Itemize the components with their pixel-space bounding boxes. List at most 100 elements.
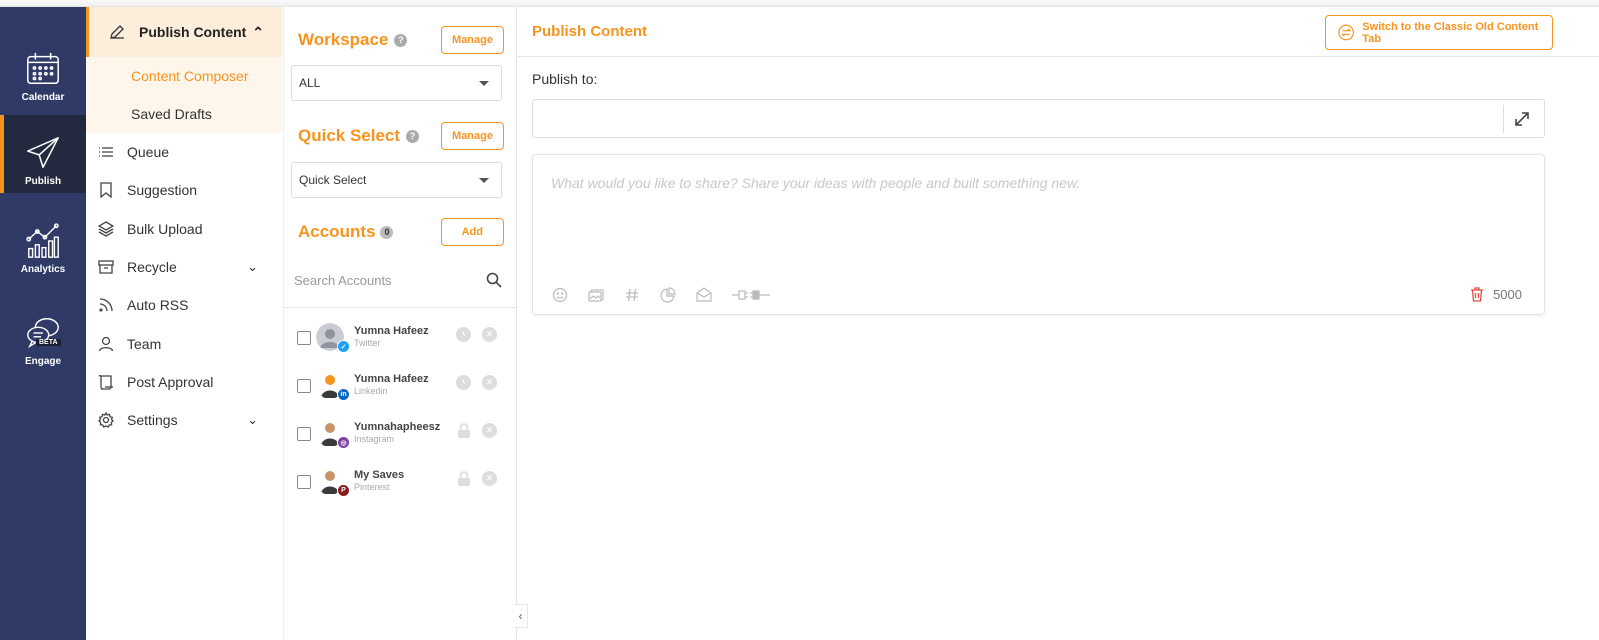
calendar-icon <box>27 52 59 85</box>
accounts-panel: Workspace? Manage ALL Quick Select? Mana… <box>283 7 517 640</box>
remove-icon[interactable]: × <box>482 327 497 342</box>
workspace-select[interactable]: ALL <box>291 65 502 101</box>
menu-settings[interactable]: Settings ⌄ <box>86 401 282 439</box>
composer-toolbar <box>551 286 789 304</box>
menu-saved-drafts[interactable]: Saved Drafts <box>86 95 282 133</box>
emoji-icon[interactable] <box>551 286 569 304</box>
account-row[interactable]: P My Saves Pinterest × <box>284 455 516 503</box>
plugin-icon[interactable] <box>731 286 771 304</box>
help-icon[interactable]: ? <box>394 33 408 47</box>
rail-item-publish[interactable]: Publish <box>0 115 86 193</box>
sidebar-menu: Publish Content ⌃ Content Composer Saved… <box>86 7 282 640</box>
quick-select-manage-button[interactable]: Manage <box>441 122 504 150</box>
divider <box>284 307 516 308</box>
dropdown-arrow-icon <box>479 81 489 86</box>
search-accounts[interactable]: Search Accounts <box>294 265 504 295</box>
add-account-button[interactable]: Add <box>440 218 504 246</box>
menu-publish-content-label: Publish Content <box>139 24 247 40</box>
menu-publish-content[interactable]: Publish Content ⌃ <box>86 7 282 57</box>
lock-icon[interactable] <box>457 471 471 486</box>
character-counter: 5000 <box>1470 287 1522 302</box>
switch-classic-button[interactable]: Switch to the Classic Old Content Tab <box>1325 15 1553 50</box>
account-checkbox[interactable] <box>297 331 311 345</box>
publish-content-group: Publish Content ⌃ Content Composer Saved… <box>86 7 282 133</box>
chat-bubbles-icon <box>27 318 59 349</box>
remove-icon[interactable]: × <box>482 471 497 486</box>
workspace-select-value: ALL <box>299 76 321 90</box>
pinterest-icon: P <box>337 484 350 497</box>
bookmark-icon <box>97 181 115 199</box>
dropdown-arrow-icon <box>479 178 489 183</box>
quick-select-title: Quick Select? <box>298 126 420 146</box>
account-name: My Saves <box>354 469 405 481</box>
rail-label-publish: Publish <box>24 176 62 187</box>
quick-select-placeholder: Quick Select <box>299 173 367 187</box>
clock-icon[interactable] <box>456 327 471 342</box>
main-content: Publish Content Switch to the Classic Ol… <box>518 7 1599 640</box>
account-name: Yumna Hafeez <box>354 373 429 385</box>
archive-icon <box>97 258 115 276</box>
composer-placeholder[interactable]: What would you like to share? Share your… <box>551 175 1080 191</box>
account-checkbox[interactable] <box>297 379 311 393</box>
workspace-title: Workspace? <box>298 30 408 50</box>
menu-auto-rss[interactable]: Auto RSS <box>86 286 282 324</box>
chevron-down-icon[interactable]: ⌄ <box>247 412 258 428</box>
app-rail: Calendar Publish Analytics Engage BETA <box>0 7 86 640</box>
rail-label-analytics: Analytics <box>20 264 66 275</box>
beta-badge: BETA <box>36 339 61 346</box>
account-platform: Pinterest <box>354 482 390 492</box>
account-platform: Linkedin <box>354 386 388 396</box>
image-icon[interactable] <box>587 286 605 304</box>
menu-recycle[interactable]: Recycle ⌄ <box>86 248 282 286</box>
layers-icon <box>97 220 115 238</box>
composer-box[interactable]: What would you like to share? Share your… <box>532 154 1545 315</box>
publish-to-input[interactable] <box>532 99 1545 138</box>
search-icon[interactable] <box>486 272 502 288</box>
menu-queue[interactable]: Queue <box>86 133 282 171</box>
lock-icon[interactable] <box>457 423 471 438</box>
envelope-icon[interactable] <box>695 286 713 304</box>
swap-icon <box>1338 24 1354 41</box>
workspace-manage-button[interactable]: Manage <box>441 26 504 54</box>
account-row[interactable]: ◎ Yumnahapheesz Instagram × <box>284 407 516 455</box>
page-title: Publish Content <box>532 23 647 40</box>
rail-item-calendar[interactable]: Calendar <box>0 31 86 109</box>
account-checkbox[interactable] <box>297 427 311 441</box>
expand-icon[interactable] <box>1512 109 1532 129</box>
switch-classic-label: Switch to the Classic Old Content Tab <box>1362 20 1539 45</box>
pie-chart-icon[interactable] <box>659 286 677 304</box>
menu-settings-label: Settings <box>127 412 178 429</box>
twitter-icon: ✓ <box>337 340 350 353</box>
accounts-header: Accounts 0 Add <box>298 217 504 247</box>
account-checkbox[interactable] <box>297 475 311 489</box>
rail-item-engage[interactable]: Engage <box>0 295 86 373</box>
account-name: Yumnahapheesz <box>354 421 441 433</box>
menu-post-approval[interactable]: Post Approval <box>86 363 282 401</box>
search-accounts-input[interactable]: Search Accounts <box>294 273 392 288</box>
chevron-down-icon[interactable]: ⌄ <box>247 259 258 275</box>
analytics-icon <box>26 223 59 258</box>
remove-icon[interactable]: × <box>482 375 497 390</box>
menu-queue-label: Queue <box>127 144 170 161</box>
remove-icon[interactable]: × <box>482 423 497 438</box>
help-icon[interactable]: ? <box>406 129 420 143</box>
instagram-icon: ◎ <box>337 436 350 449</box>
menu-team[interactable]: Team <box>86 324 282 362</box>
divider <box>1503 105 1504 133</box>
menu-auto-rss-label: Auto RSS <box>127 297 189 314</box>
trash-icon[interactable] <box>1470 287 1484 302</box>
clock-icon[interactable] <box>456 375 471 390</box>
account-platform: Instagram <box>354 434 395 444</box>
account-row[interactable]: in Yumna Hafeez Linkedin × <box>284 359 516 407</box>
quick-select-dropdown[interactable]: Quick Select <box>291 162 502 198</box>
account-row[interactable]: ✓ Yumna Hafeez Twitter × <box>284 311 516 359</box>
accounts-title: Accounts 0 <box>298 222 394 242</box>
rail-item-analytics[interactable]: Analytics <box>0 203 86 281</box>
gear-icon <box>97 411 115 429</box>
menu-content-composer[interactable]: Content Composer <box>86 57 282 95</box>
hashtag-icon[interactable] <box>623 286 641 304</box>
rss-icon <box>97 296 115 314</box>
menu-post-approval-label: Post Approval <box>127 373 214 390</box>
menu-bulk-upload[interactable]: Bulk Upload <box>86 210 282 248</box>
menu-suggestion[interactable]: Suggestion <box>86 171 282 209</box>
